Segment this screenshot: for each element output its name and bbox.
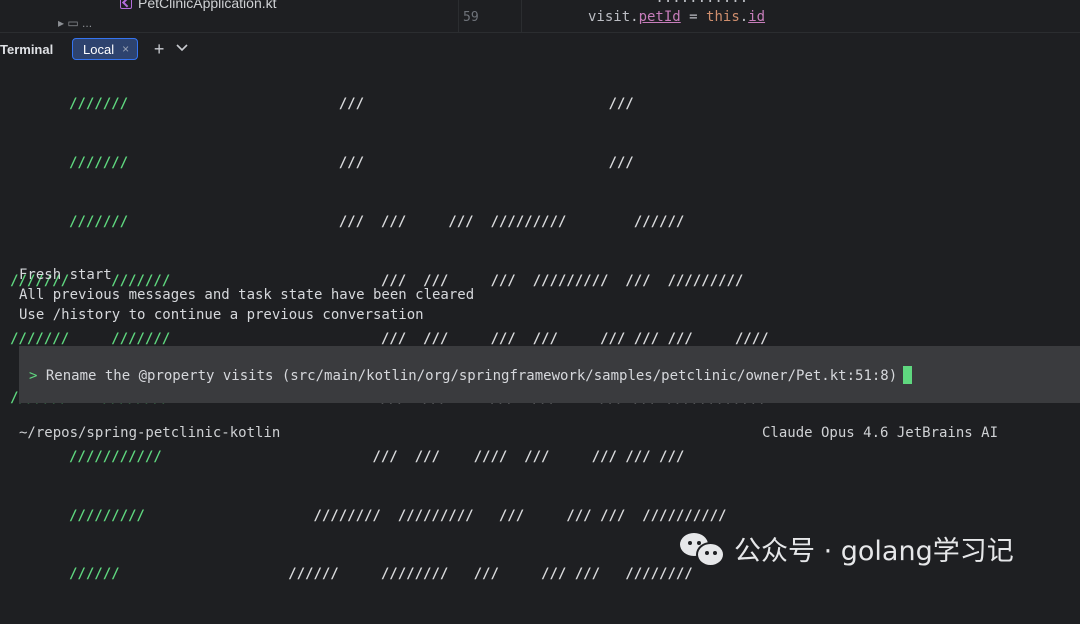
banner-row: ///////// //////// ///////// /// /// ///…: [10, 507, 727, 524]
watermark: 公众号 · golang学习记: [680, 528, 1014, 568]
text-cursor: [903, 366, 913, 384]
model-label: Claude Opus 4.6 JetBrains AI: [762, 425, 999, 441]
close-icon[interactable]: ×: [122, 42, 129, 56]
code-line: visit.petId = this.id: [588, 9, 766, 25]
project-tree: ▸ ▭ ... PetClinicApplication.kt: [0, 0, 458, 32]
terminal-title: Terminal: [0, 41, 54, 57]
editor-gutter: 59: [458, 0, 522, 32]
line-number: 59: [463, 10, 479, 25]
message-line: Use /history to continue a previous conv…: [19, 307, 424, 323]
tab-local-label: Local: [83, 41, 115, 57]
message-line: Fresh start: [19, 267, 112, 283]
code-editor[interactable]: ........... visit.petId = this.id: [520, 0, 1080, 32]
tree-folder-item[interactable]: ▸ ▭ ...: [58, 16, 92, 30]
ascii-banner: /////// /// /// /////// /// /// /////// …: [10, 56, 769, 624]
tree-file-label: PetClinicApplication.kt: [138, 0, 277, 11]
kotlin-file-icon: [120, 0, 132, 9]
banner-row: ////// ////// //////// /// /// /// /////…: [10, 566, 693, 583]
code-line-prev: ...........: [588, 0, 748, 6]
prompt-line: > Rename the @property visits (src/main/…: [29, 366, 913, 384]
prompt-input[interactable]: > Rename the @property visits (src/main/…: [19, 346, 1080, 403]
watermark-text: 公众号 · golang学习记: [734, 535, 1014, 567]
banner-row: /////////// /// /// //// /// /// /// ///: [10, 448, 685, 465]
terminal-output[interactable]: /////// /// /// /////// /// /// /////// …: [0, 64, 1080, 591]
chevron-down-icon[interactable]: [176, 43, 188, 55]
message-line: All previous messages and task state hav…: [19, 287, 475, 303]
prompt-value: Rename the @property visits (src/main/ko…: [37, 368, 898, 384]
banner-row: /////// /// ///: [10, 154, 634, 171]
banner-row: /////// /// /// /// ///////// //////: [10, 213, 685, 230]
wechat-icon: [680, 531, 725, 567]
working-directory: ~/repos/spring-petclinic-kotlin: [19, 425, 281, 441]
editor-strip: ▸ ▭ ... PetClinicApplication.kt 59 .....…: [0, 0, 1080, 32]
banner-row: /////// /// ///: [10, 96, 634, 113]
tree-file-item[interactable]: PetClinicApplication.kt: [120, 0, 277, 13]
